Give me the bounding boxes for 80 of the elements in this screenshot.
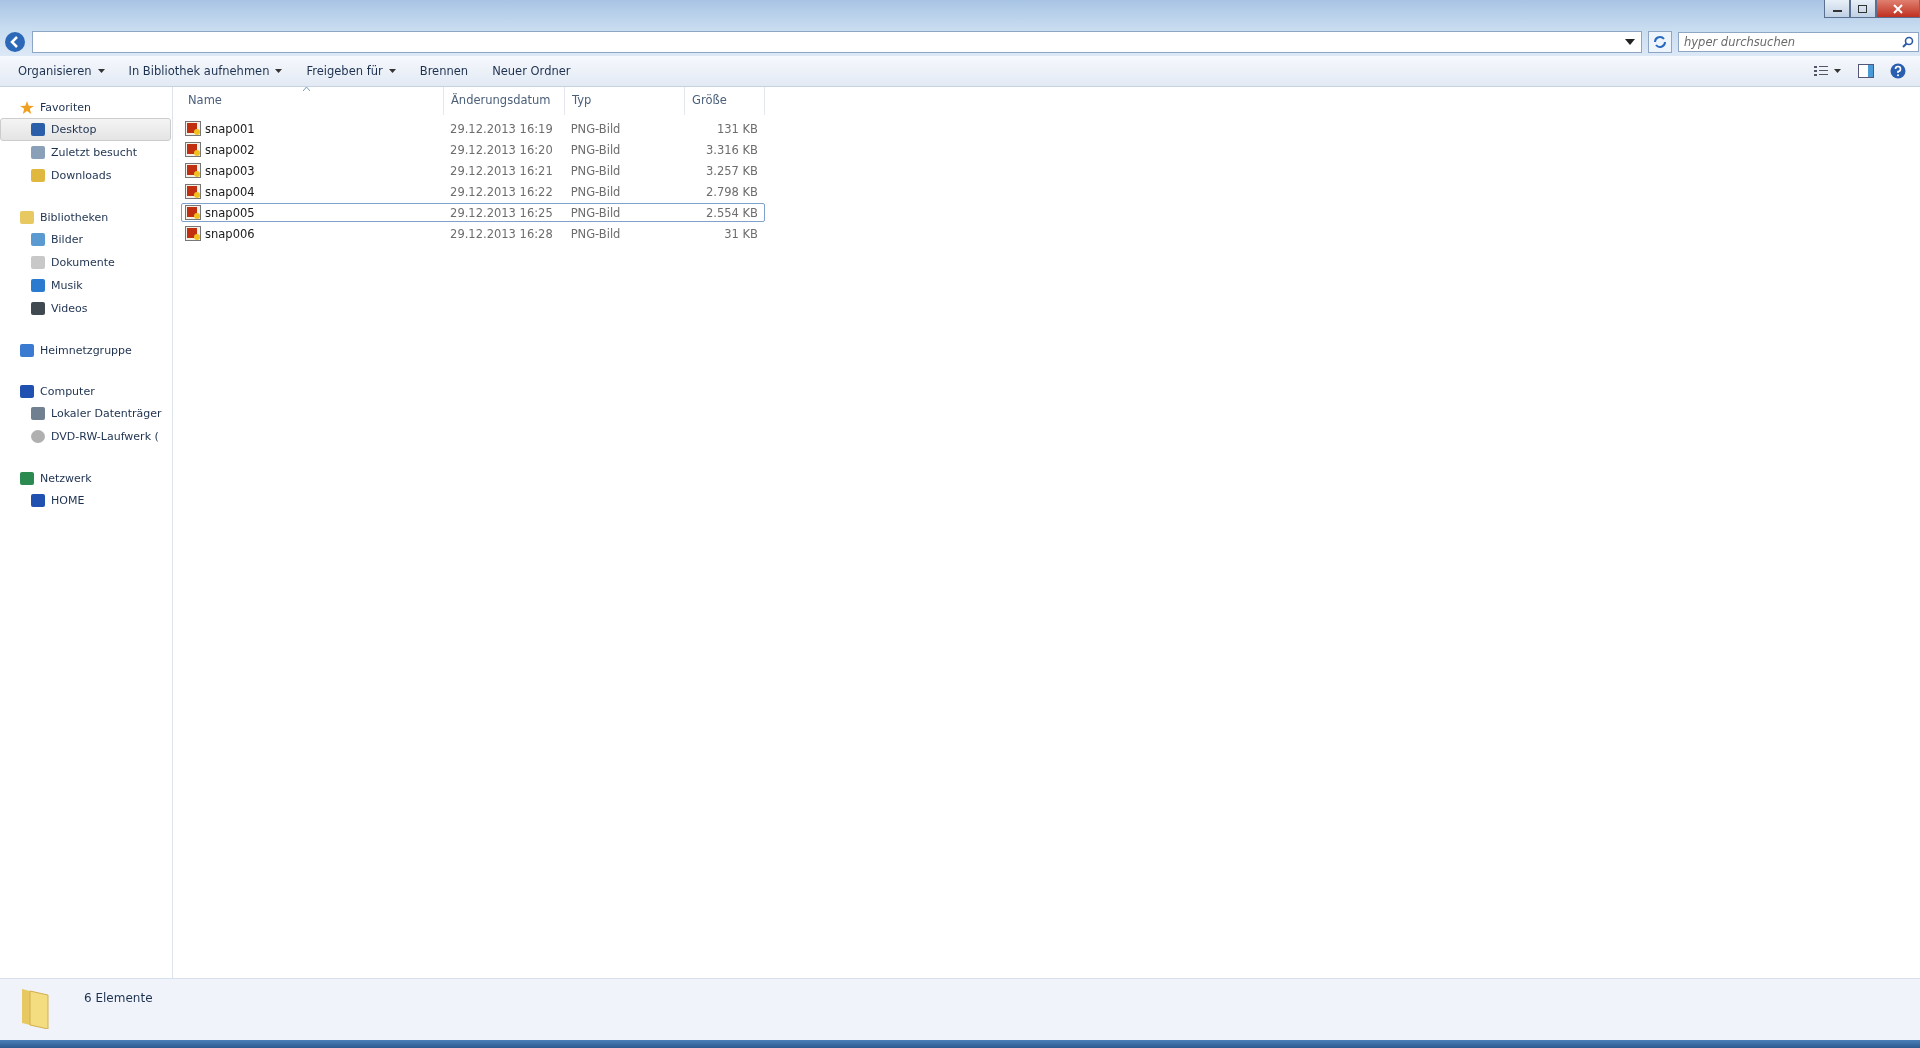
table-cell-text: 29.12.2013 16:19 <box>449 121 554 136</box>
maximize-icon <box>1857 3 1869 14</box>
file-row[interactable]: snap001 29.12.2013 16:19 PNG-Bild 131 KB <box>181 119 765 138</box>
toolbar-button[interactable]: Freigeben für <box>296 60 406 82</box>
minimize-icon <box>1832 10 1842 12</box>
sidebar-item[interactable]: DVD-RW-Laufwerk ( <box>0 425 171 448</box>
sort-indicator-icon <box>303 87 310 91</box>
table-cell-text: 29.12.2013 16:21 <box>449 163 554 178</box>
back-button[interactable] <box>4 31 26 53</box>
sidebar-item[interactable]: Favoriten <box>0 97 172 118</box>
image-file-icon <box>185 120 201 137</box>
close-icon <box>1892 3 1904 14</box>
file-name: snap003 <box>205 163 255 178</box>
dropdown-icon[interactable] <box>1625 39 1635 45</box>
file-row[interactable]: snap005 29.12.2013 16:25 PNG-Bild 2.554 KB <box>181 203 765 222</box>
sidebar-item[interactable]: Downloads <box>0 164 171 187</box>
maximize-button[interactable] <box>1850 0 1876 18</box>
table-cell-text: PNG-Bild <box>569 163 622 178</box>
sidebar-item[interactable]: Bibliotheken <box>0 207 172 228</box>
sidebar-item[interactable]: Videos <box>0 297 171 320</box>
caret-icon <box>275 69 283 73</box>
help-icon <box>1890 63 1906 79</box>
sidebar-item[interactable]: Desktop <box>0 118 171 141</box>
table-cell-text: PNG-Bild <box>569 121 622 136</box>
sidebar-item[interactable]: Zuletzt besucht <box>0 141 171 164</box>
file-name: snap005 <box>205 205 255 220</box>
file-row[interactable]: snap003 29.12.2013 16:21 PNG-Bild 3.257 KB <box>181 161 765 180</box>
caret-icon <box>388 69 396 73</box>
table-cell-text: 2.554 KB <box>705 205 759 220</box>
table-cell-text: 3.316 KB <box>705 142 759 157</box>
table-cell-text: PNG-Bild <box>569 205 622 220</box>
table-cell-text: 29.12.2013 16:28 <box>449 226 554 241</box>
column-header[interactable]: Größe <box>685 87 765 115</box>
sidebar-item[interactable]: Musik <box>0 274 171 297</box>
column-header[interactable]: Änderungsdatum <box>444 87 565 115</box>
caret-icon <box>97 69 105 73</box>
table-cell-text: 3.257 KB <box>705 163 759 178</box>
file-row[interactable]: snap006 29.12.2013 16:28 PNG-Bild 31 KB <box>181 224 765 243</box>
image-file-icon <box>185 141 201 158</box>
file-name: snap006 <box>205 226 255 241</box>
list-view-icon <box>1814 65 1842 77</box>
toolbar-button[interactable]: In Bibliothek aufnehmen <box>118 60 293 82</box>
table-cell-text: 29.12.2013 16:25 <box>449 205 554 220</box>
image-file-icon <box>185 225 201 242</box>
sidebar-item[interactable]: Computer <box>0 381 172 402</box>
image-file-icon <box>185 162 201 179</box>
sidebar-item[interactable]: Netzwerk <box>0 468 172 489</box>
minimize-button[interactable] <box>1824 0 1850 18</box>
toolbar-button[interactable]: Organisieren <box>8 60 115 82</box>
table-cell-text: 29.12.2013 16:22 <box>449 184 554 199</box>
refresh-icon <box>1653 35 1667 49</box>
image-file-icon <box>185 183 201 200</box>
image-file-icon <box>185 204 201 221</box>
table-cell-text: PNG-Bild <box>569 142 622 157</box>
file-name: snap004 <box>205 184 255 199</box>
table-cell-text: PNG-Bild <box>569 226 622 241</box>
table-cell-text: 131 KB <box>715 121 759 136</box>
table-cell-text: 2.798 KB <box>705 184 759 199</box>
sidebar-item[interactable]: Dokumente <box>0 251 171 274</box>
sidebar-item[interactable]: Heimnetzgruppe <box>0 340 172 361</box>
close-button[interactable] <box>1876 0 1920 18</box>
file-name: snap002 <box>205 142 255 157</box>
file-row[interactable]: snap002 29.12.2013 16:20 PNG-Bild 3.316 KB <box>181 140 765 159</box>
column-header[interactable]: Typ <box>565 87 685 115</box>
file-name: snap001 <box>205 121 255 136</box>
status-text: 6 Elemente <box>84 990 153 1005</box>
sidebar-item[interactable]: HOME <box>0 489 171 512</box>
table-cell-text: 31 KB <box>723 226 759 241</box>
file-row[interactable]: snap004 29.12.2013 16:22 PNG-Bild 2.798 KB <box>181 182 765 201</box>
preview-pane-icon <box>1858 64 1874 78</box>
sidebar-item[interactable]: Lokaler Datenträger <box>0 402 171 425</box>
refresh-button[interactable] <box>1648 31 1672 53</box>
toolbar-button[interactable]: Brennen <box>409 60 479 82</box>
table-cell-text: 29.12.2013 16:20 <box>449 142 554 157</box>
column-header[interactable]: Name <box>181 87 444 115</box>
table-cell-text: PNG-Bild <box>569 184 622 199</box>
toolbar-button[interactable]: Neuer Ordner <box>482 60 581 82</box>
address-field[interactable] <box>32 31 1642 53</box>
sidebar-item[interactable]: Bilder <box>0 228 171 251</box>
search-field[interactable]: hyper durchsuchen <box>1678 32 1919 52</box>
